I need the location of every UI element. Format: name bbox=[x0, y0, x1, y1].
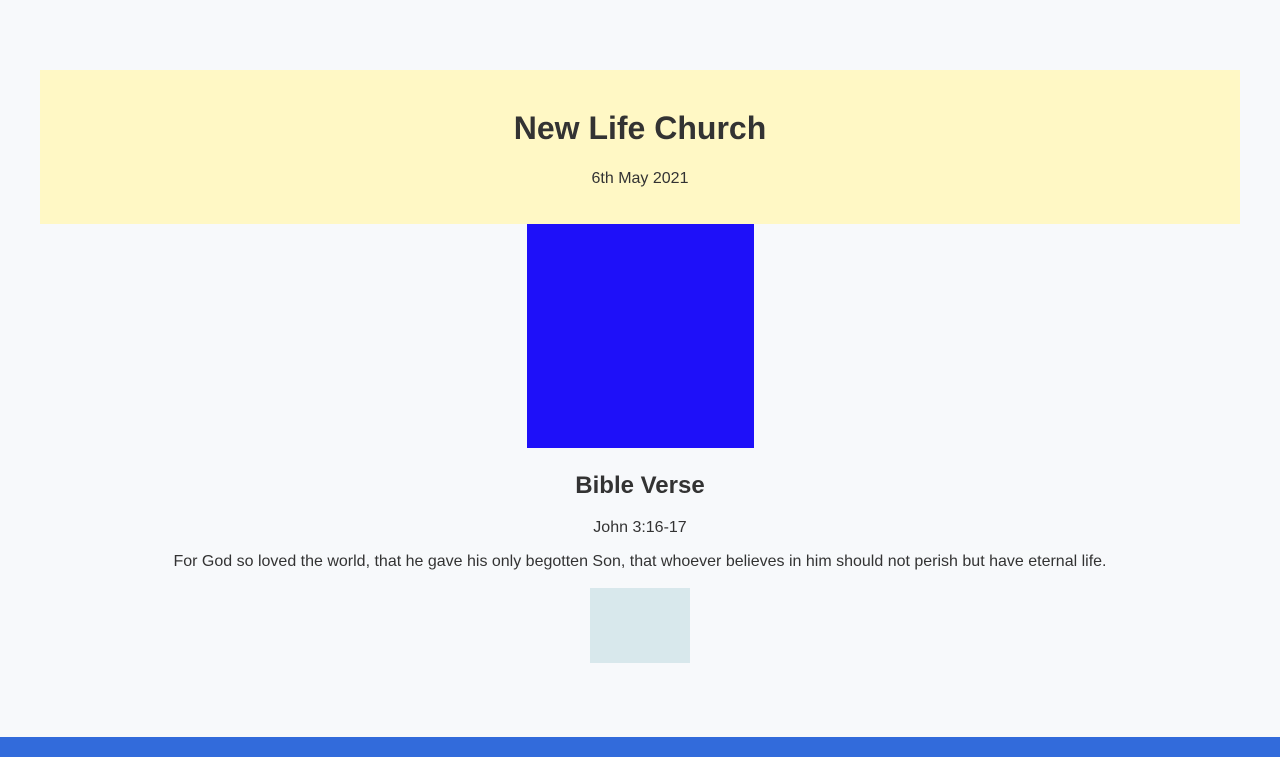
service-date: 6th May 2021 bbox=[591, 170, 689, 187]
header-banner: New Life Church 6th May 2021 bbox=[40, 70, 1240, 224]
verse-text: For God so loved the world, that he gave… bbox=[173, 553, 1107, 570]
verse-reference: John 3:16-17 bbox=[593, 519, 687, 536]
footer-bar bbox=[0, 737, 1280, 757]
page-title: New Life Church bbox=[513, 110, 767, 146]
verse-image bbox=[590, 588, 690, 663]
main-image bbox=[527, 224, 754, 448]
verse-heading: Bible Verse bbox=[575, 472, 705, 499]
